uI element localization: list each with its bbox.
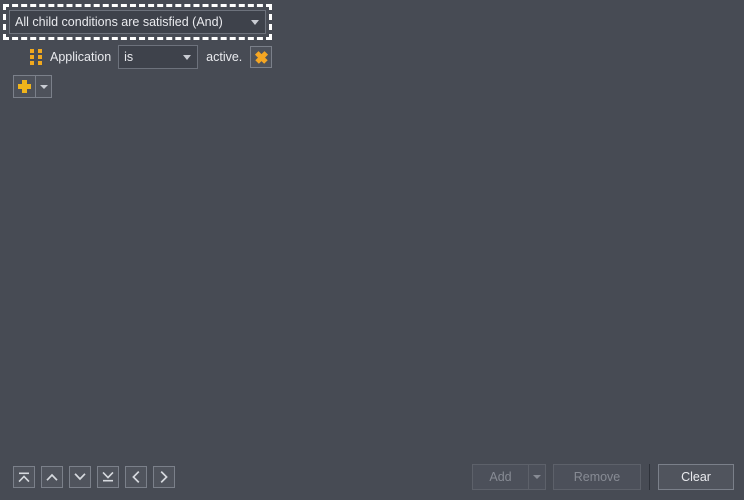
action-button-group: Add Remove Clear <box>472 464 734 490</box>
move-left-button[interactable] <box>125 466 147 488</box>
move-up-button[interactable] <box>41 466 63 488</box>
move-to-top-button[interactable] <box>13 466 35 488</box>
chevron-down-icon <box>251 20 259 25</box>
condition-row: Application is active. <box>30 45 273 69</box>
chevron-down-icon <box>533 475 541 479</box>
chevron-down-icon <box>183 55 192 60</box>
chevron-up-bar-icon <box>18 472 30 483</box>
root-condition-combobox[interactable]: All child conditions are satisfied (And) <box>9 10 266 34</box>
add-condition-split-button <box>13 75 52 98</box>
delete-x-icon <box>255 50 268 64</box>
drag-handle-icon[interactable] <box>30 49 42 65</box>
plus-icon <box>18 80 31 93</box>
clear-button[interactable]: Clear <box>658 464 734 490</box>
move-down-button[interactable] <box>69 466 91 488</box>
bottom-toolbar: Add Remove Clear <box>0 455 744 500</box>
move-right-button[interactable] <box>153 466 175 488</box>
condition-editor-window: All child conditions are satisfied (And)… <box>0 0 744 500</box>
chevron-down-icon <box>39 84 48 89</box>
add-button[interactable]: Add <box>472 464 528 490</box>
condition-state-label: active. <box>206 50 243 64</box>
condition-operator-combobox[interactable]: is <box>118 45 199 69</box>
add-button-dropdown[interactable] <box>528 464 546 490</box>
chevron-right-icon <box>160 470 168 484</box>
condition-subject-label: Application <box>50 50 112 64</box>
chevron-down-icon <box>74 473 86 481</box>
add-condition-button[interactable] <box>13 75 36 98</box>
chevron-left-icon <box>132 470 140 484</box>
delete-condition-button[interactable] <box>250 46 273 68</box>
navigation-button-group <box>13 466 175 488</box>
condition-operator-value: is <box>124 50 134 64</box>
chevron-down-bar-icon <box>102 471 114 482</box>
add-condition-dropdown-button[interactable] <box>36 75 52 98</box>
remove-button[interactable]: Remove <box>553 464 641 490</box>
chevron-up-icon <box>46 473 58 481</box>
root-condition-value: All child conditions are satisfied (And) <box>15 15 223 29</box>
toolbar-separator <box>649 464 650 490</box>
move-to-bottom-button[interactable] <box>97 466 119 488</box>
condition-tree-area: All child conditions are satisfied (And)… <box>0 0 744 455</box>
